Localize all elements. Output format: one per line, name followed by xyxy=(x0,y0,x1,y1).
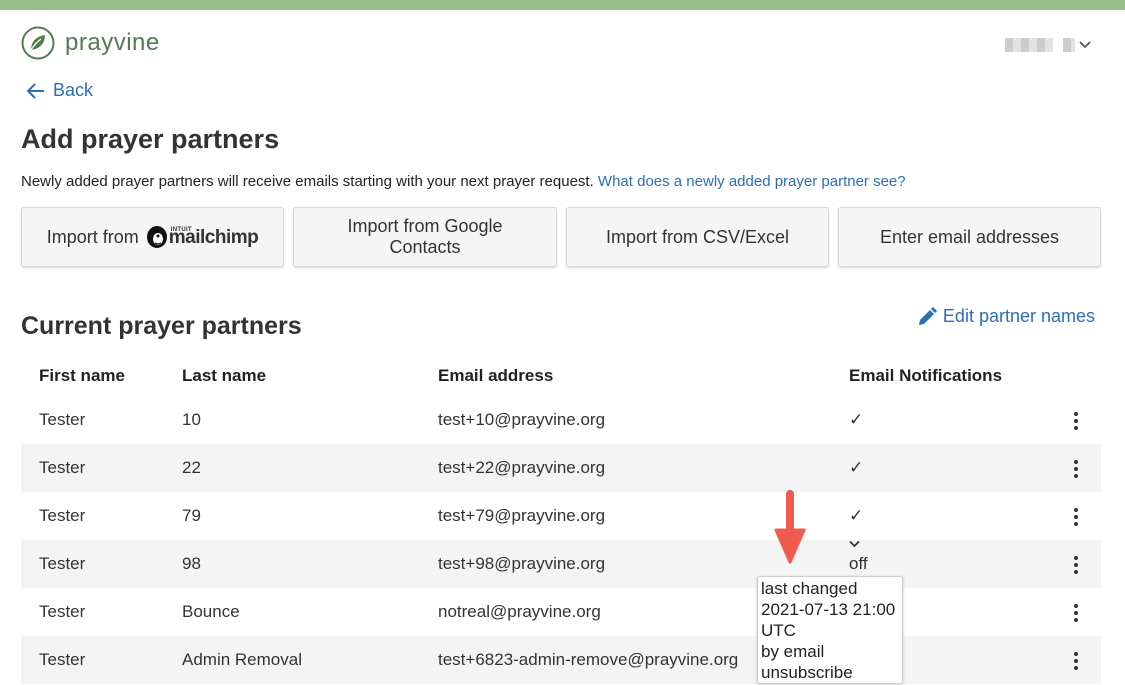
back-link[interactable]: Back xyxy=(27,80,93,101)
cell-email: test+22@prayvine.org xyxy=(438,458,606,477)
table-row: Tester Admin Removal test+6823-admin-rem… xyxy=(21,636,1101,684)
notification-check: ✓ xyxy=(849,458,864,477)
cell-first-name: Tester xyxy=(39,650,86,669)
intro-description: Newly added prayer partners will receive… xyxy=(21,173,594,190)
col-first-name: First name xyxy=(39,366,125,385)
user-menu[interactable] xyxy=(1005,38,1091,52)
top-accent-bar xyxy=(0,0,1125,10)
tooltip-line: unsubscribe xyxy=(761,663,853,682)
row-menu-icon[interactable] xyxy=(1070,652,1082,670)
leaf-logo-icon xyxy=(21,26,55,60)
import-google-button[interactable]: Import from Google Contacts xyxy=(293,207,557,267)
table-header: First name Last name Email address Email… xyxy=(21,366,1101,390)
import-mailchimp-button[interactable]: Import from INTUIT mailchimp xyxy=(21,207,284,267)
freddie-icon xyxy=(146,226,167,248)
import-mailchimp-label: Import from xyxy=(46,226,139,247)
arrow-left-icon xyxy=(27,82,44,99)
chevron-down-icon xyxy=(1079,41,1091,49)
row-menu-icon[interactable] xyxy=(1070,604,1082,622)
cell-email: test+98@prayvine.org xyxy=(438,554,606,573)
row-menu-icon[interactable] xyxy=(1070,508,1082,526)
intro-text: Newly added prayer partners will receive… xyxy=(21,173,906,190)
table-row: Tester Bounce notreal@prayvine.org xyxy=(21,588,1101,636)
notification-check: ✓ xyxy=(849,506,864,525)
cell-email: test+79@prayvine.org xyxy=(438,506,606,525)
prayvine-logo[interactable]: prayvine xyxy=(21,26,160,60)
intuit-wordmark: INTUIT xyxy=(170,226,192,233)
row-menu-icon[interactable] xyxy=(1070,412,1082,430)
cell-first-name: Tester xyxy=(39,554,86,573)
pencil-icon xyxy=(918,306,937,325)
tooltip-line: 2021-07-13 21:00 xyxy=(761,600,896,619)
cell-last-name: 10 xyxy=(182,410,201,429)
logo-wordmark: prayvine xyxy=(65,29,160,56)
col-last-name: Last name xyxy=(182,366,267,385)
edit-partner-names-link[interactable]: Edit partner names xyxy=(917,306,1095,327)
user-initial-redacted xyxy=(1063,38,1075,52)
col-email: Email address xyxy=(438,366,554,385)
import-google-label: Import from Google Contacts xyxy=(347,216,503,257)
page-title: Add prayer partners xyxy=(21,124,280,154)
mailchimp-wordmark: INTUIT mailchimp xyxy=(169,227,259,248)
cell-first-name: Tester xyxy=(39,506,86,525)
annotation-arrow-icon xyxy=(774,490,806,564)
row-menu-icon[interactable] xyxy=(1070,460,1082,478)
back-label: Back xyxy=(53,80,94,100)
notification-check: ✓ xyxy=(849,410,864,429)
notification-change-tooltip: last changed 2021-07-13 21:00 UTC by ema… xyxy=(757,576,903,684)
import-csv-button[interactable]: Import from CSV/Excel xyxy=(566,207,829,267)
cell-first-name: Tester xyxy=(39,602,86,621)
edit-partner-names-label: Edit partner names xyxy=(942,306,1095,326)
mailchimp-logo: INTUIT mailchimp xyxy=(145,224,259,250)
cell-last-name: 98 xyxy=(182,554,201,573)
cell-email: notreal@prayvine.org xyxy=(438,602,601,621)
cell-last-name: 79 xyxy=(182,506,201,525)
partners-heading: Current prayer partners xyxy=(21,312,302,340)
table-row: Tester 79 test+79@prayvine.org ✓ xyxy=(21,492,1101,540)
table-row: Tester 22 test+22@prayvine.org ✓ xyxy=(21,444,1101,492)
enter-emails-label: Enter email addresses xyxy=(879,226,1060,247)
tooltip-line: last changed xyxy=(761,579,858,598)
col-email-notifications: Email Notifications xyxy=(849,366,1003,385)
row-menu-icon[interactable] xyxy=(1070,556,1082,574)
cell-email: test+6823-admin-remove@prayvine.org xyxy=(438,650,739,669)
cell-first-name: Tester xyxy=(39,410,86,429)
table-row: Tester 98 test+98@prayvine.org off xyxy=(21,540,1101,588)
cell-last-name: Admin Removal xyxy=(182,650,302,669)
table-row: Tester 10 test+10@prayvine.org ✓ xyxy=(21,396,1101,444)
tooltip-line: by email xyxy=(761,642,825,661)
cell-email: test+10@prayvine.org xyxy=(438,410,606,429)
cell-first-name: Tester xyxy=(39,458,86,477)
tooltip-line: UTC xyxy=(761,621,796,640)
newly-added-info-link[interactable]: What does a newly added prayer partner s… xyxy=(598,173,906,190)
notification-off-toggle[interactable]: off xyxy=(849,540,868,573)
cell-last-name: 22 xyxy=(182,458,201,477)
cell-last-name: Bounce xyxy=(182,602,240,621)
import-csv-label: Import from CSV/Excel xyxy=(605,226,790,247)
user-name-redacted xyxy=(1005,38,1053,52)
enter-emails-button[interactable]: Enter email addresses xyxy=(838,207,1101,267)
